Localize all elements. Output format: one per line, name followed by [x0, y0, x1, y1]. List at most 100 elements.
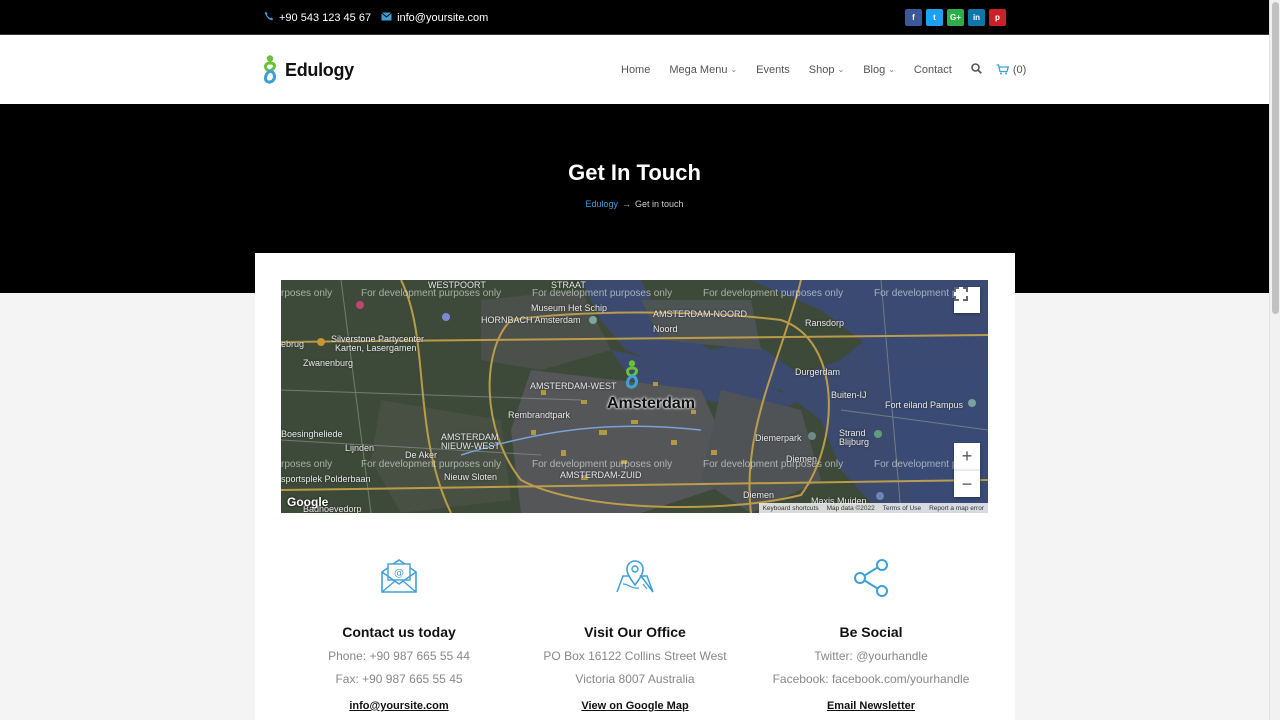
map-label: Durgerdam — [795, 367, 841, 377]
dev-watermark: rposes only — [281, 288, 333, 299]
site-logo[interactable]: Edulogy — [260, 55, 354, 86]
nav-shop-label: Shop — [808, 63, 835, 76]
chevron-down-icon: ⌄ — [730, 65, 738, 74]
map-city-label: Amsterdam — [607, 395, 696, 412]
map-label: Museum Het Schip — [531, 303, 608, 313]
page-title: Get In Touch — [568, 160, 701, 185]
map-label: Diemen — [786, 454, 818, 464]
nav-blog[interactable]: Blog ⌄ — [863, 64, 895, 76]
map-label: De Aker — [405, 450, 438, 460]
map-label: WESTPOORT — [428, 280, 486, 290]
contact-info-columns: @ Contact us today Phone: +90 987 665 55… — [281, 558, 988, 720]
map-label: AMSTERDAM-NOORD — [653, 309, 747, 319]
map-label: AMSTERDAM-WEST — [530, 381, 617, 391]
breadcrumb-home[interactable]: Edulogy — [585, 199, 618, 209]
zoom-out-button[interactable]: − — [954, 470, 980, 497]
scrollbar-thumb[interactable] — [1272, 2, 1279, 314]
map-label: Boesingheliede — [281, 429, 343, 439]
page-scrollbar[interactable] — [1269, 0, 1280, 720]
nav-contact-label: Contact — [913, 63, 952, 76]
cart-icon — [996, 64, 1009, 75]
contact-column: @ Contact us today Phone: +90 987 665 55… — [281, 558, 517, 714]
share-icon — [753, 558, 989, 604]
phone-line: Phone: +90 987 665 55 44 — [328, 649, 470, 663]
svg-text:@: @ — [394, 568, 404, 579]
map-label: Fort eiland Pampus — [885, 400, 964, 410]
breadcrumb: Edulogy → Get in touch — [0, 199, 1269, 209]
phone-item[interactable]: +90 543 123 45 67 — [264, 11, 371, 24]
map-label: STRAAT — [551, 280, 586, 290]
site-header: Edulogy Home Mega Menu ⌄ Events Shop ⌄ Blo… — [0, 35, 1269, 104]
google-map[interactable]: rposes only For development purposes onl… — [281, 280, 988, 513]
email-item[interactable]: info@yoursite.com — [381, 12, 488, 24]
dev-watermark: For development purposes only — [703, 288, 844, 299]
google-map-link[interactable]: View on Google Map — [581, 700, 688, 712]
nav-blog-label: Blog — [863, 63, 886, 76]
map-label: NIEUW-WEST — [441, 441, 500, 451]
map-label: Diemerpark — [755, 433, 802, 443]
nav-mega-menu[interactable]: Mega Menu ⌄ — [669, 64, 737, 76]
brand-name: Edulogy — [285, 60, 354, 80]
map-label: HORNBACH Amsterdam — [481, 315, 581, 325]
nav-shop[interactable]: Shop ⌄ — [809, 64, 844, 76]
cart-button[interactable]: (0) — [996, 64, 1026, 76]
nav-contact[interactable]: Contact — [914, 64, 952, 76]
arrow-right-icon: → — [622, 199, 631, 209]
terms-link[interactable]: Terms of Use — [883, 505, 921, 512]
map-label: Blijburg — [839, 437, 870, 447]
facebook-icon[interactable]: f — [905, 9, 922, 26]
envelope-icon — [381, 11, 392, 24]
dev-watermark: For development purposes only — [361, 459, 502, 470]
twitter-icon[interactable]: t — [926, 9, 943, 26]
nav-events-label: Events — [756, 63, 790, 76]
zoom-in-button[interactable]: + — [954, 443, 980, 470]
map-data-label: Map data ©2022 — [826, 504, 875, 512]
map-attribution: Keyboard shortcuts Map data ©2022 Terms … — [758, 503, 988, 513]
cart-count: (0) — [1012, 63, 1027, 76]
pinterest-icon[interactable]: p — [989, 9, 1006, 26]
newsletter-link[interactable]: Email Newsletter — [827, 700, 915, 712]
map-pin-icon — [517, 558, 753, 604]
main-nav: Home Mega Menu ⌄ Events Shop ⌄ Blog ⌄ Conta… — [621, 35, 1026, 104]
fullscreen-button[interactable] — [954, 287, 980, 313]
address-line-1: PO Box 16122 Collins Street West — [543, 649, 727, 663]
nav-home[interactable]: Home — [621, 64, 650, 76]
logo-icon — [264, 55, 276, 84]
fullscreen-icon — [954, 287, 968, 301]
fax-line: Fax: +90 987 665 55 45 — [335, 672, 463, 686]
keyboard-shortcuts-link[interactable]: Keyboard shortcuts — [763, 505, 819, 512]
report-error-link[interactable]: Report a map error — [929, 505, 984, 512]
nav-home-label: Home — [621, 63, 651, 76]
chevron-down-icon: ⌄ — [837, 65, 845, 74]
map-label: Nieuw Sloten — [444, 472, 498, 482]
nav-mega-menu-label: Mega Menu — [669, 63, 728, 76]
map-label: Buiten-IJ — [831, 390, 867, 400]
email-link[interactable]: info@yoursite.com — [349, 700, 448, 712]
map-label: Diemen — [743, 490, 775, 500]
map-label: ebrug — [281, 339, 305, 349]
search-icon[interactable] — [971, 62, 982, 77]
dev-watermark: For development p — [874, 459, 958, 470]
phone-icon — [264, 11, 274, 24]
google-logo[interactable]: Google — [287, 495, 328, 509]
contact-title: Contact us today — [342, 624, 456, 640]
map-label: Zwanenburg — [303, 358, 354, 368]
office-column: Visit Our Office PO Box 16122 Collins St… — [517, 558, 753, 714]
office-title: Visit Our Office — [584, 624, 686, 640]
social-column: Be Social Twitter: @yourhandle Facebook:… — [753, 558, 989, 714]
top-contact: +90 543 123 45 67 info@yoursite.com — [264, 0, 488, 35]
chevron-down-icon: ⌄ — [888, 65, 895, 74]
social-links: f t G+ in p — [905, 9, 1006, 26]
linkedin-icon[interactable]: in — [968, 9, 985, 26]
content-card: rposes only For development purposes onl… — [255, 253, 1015, 720]
dev-watermark: For development purposes only — [532, 459, 673, 470]
phone-number: +90 543 123 45 67 — [279, 11, 372, 24]
google-plus-icon[interactable]: G+ — [947, 9, 964, 26]
breadcrumb-current: Get in touch — [635, 199, 684, 209]
dev-watermark: rposes only — [281, 459, 333, 470]
twitter-line: Twitter: @yourhandle — [814, 649, 928, 663]
social-title: Be Social — [839, 624, 903, 640]
nav-events[interactable]: Events — [756, 64, 790, 76]
dev-watermark: For development p — [874, 288, 958, 299]
address-line-2: Victoria 8007 Australia — [575, 672, 695, 686]
